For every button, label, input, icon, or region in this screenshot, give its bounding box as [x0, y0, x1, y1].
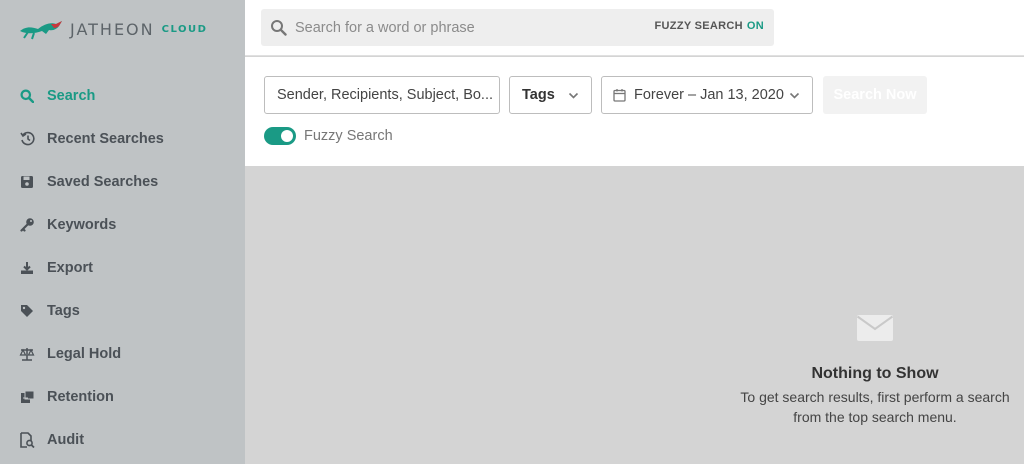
download-icon — [19, 260, 35, 276]
sidebar-item-keywords[interactable]: Keywords — [0, 203, 245, 246]
toggle-knob — [281, 130, 293, 142]
sidebar-item-label: Tags — [47, 302, 80, 319]
tag-icon — [19, 303, 35, 319]
search-icon — [270, 19, 288, 37]
search-controls-panel: Sender, Recipients, Subject, Bo... Tags … — [245, 57, 1024, 166]
fuzzy-search-indicator-label: FUZZY SEARCH — [654, 20, 743, 32]
envelope-icon — [856, 314, 894, 347]
sidebar-nav: Search Recent Searches Saved Searches Ke… — [0, 74, 245, 461]
sidebar-item-label: Saved Searches — [47, 173, 159, 190]
audit-icon — [19, 431, 35, 448]
search-icon — [19, 88, 35, 104]
sidebar-item-export[interactable]: Export — [0, 246, 245, 289]
history-icon — [19, 131, 35, 147]
results-area: Nothing to Show To get search results, f… — [245, 166, 1024, 464]
date-range-picker[interactable]: Forever – Jan 13, 2020 — [601, 76, 813, 114]
fuzzy-search-indicator-state: ON — [746, 20, 764, 32]
save-icon — [19, 174, 35, 190]
chevron-down-icon — [568, 89, 579, 105]
search-fields-select[interactable]: Sender, Recipients, Subject, Bo... — [264, 76, 500, 114]
sidebar-item-label: Audit — [47, 431, 85, 448]
empty-state-message-line: To get search results, first perform a s… — [740, 389, 1010, 405]
global-search: FUZZY SEARCHON — [261, 9, 774, 46]
sidebar-item-label: Keywords — [47, 216, 117, 233]
tags-dropdown[interactable]: Tags — [509, 76, 592, 114]
global-search-input[interactable] — [295, 19, 645, 36]
fuzzy-search-toggle-row: Fuzzy Search — [264, 126, 393, 146]
key-icon — [19, 217, 35, 233]
scale-icon — [19, 346, 35, 362]
brand-name: JATHEON — [70, 19, 155, 39]
sidebar-item-label: Legal Hold — [47, 345, 122, 362]
search-now-button[interactable]: Search Now — [823, 76, 927, 114]
fuzzy-search-indicator[interactable]: FUZZY SEARCH ON — [655, 20, 764, 32]
sidebar-item-label: Export — [47, 259, 93, 276]
fuzzy-search-toggle[interactable] — [264, 127, 296, 145]
sidebar-item-retention[interactable]: Retention — [0, 375, 245, 418]
empty-state: Nothing to Show To get search results, f… — [730, 314, 1020, 427]
sidebar-item-legal-hold[interactable]: Legal Hold — [0, 332, 245, 375]
sidebar-item-label: Search — [47, 87, 96, 104]
sidebar: JATHEON CLOUD Search Recent Searches Sav… — [0, 0, 245, 464]
sidebar-item-label: Retention — [47, 388, 114, 405]
sidebar-item-saved-searches[interactable]: Saved Searches — [0, 160, 245, 203]
sidebar-item-tags[interactable]: Tags — [0, 289, 245, 332]
calendar-icon — [613, 88, 626, 102]
empty-state-message-line: from the top search menu. — [793, 409, 957, 425]
chevron-down-icon — [789, 89, 800, 105]
date-range-value: Forever – Jan 13, 2020 — [634, 87, 784, 103]
sidebar-item-search[interactable]: Search — [0, 74, 245, 117]
brand-logo[interactable]: JATHEON CLOUD — [18, 14, 207, 44]
empty-state-title: Nothing to Show — [811, 365, 939, 382]
fuzzy-search-toggle-label: Fuzzy Search — [304, 128, 393, 144]
sidebar-item-label: Recent Searches — [47, 130, 164, 147]
empty-state-message: To get search results, first perform a s… — [730, 387, 1020, 427]
sidebar-item-audit[interactable]: Audit — [0, 418, 245, 461]
brand-suffix: CLOUD — [161, 23, 208, 35]
tags-dropdown-label: Tags — [522, 87, 555, 103]
sidebar-item-recent-searches[interactable]: Recent Searches — [0, 117, 245, 160]
search-fields-value: Sender, Recipients, Subject, Bo... — [277, 87, 494, 103]
jatheon-mark-icon — [20, 21, 62, 40]
top-bar: FUZZY SEARCHON — [245, 0, 1024, 56]
archive-icon — [19, 389, 35, 405]
